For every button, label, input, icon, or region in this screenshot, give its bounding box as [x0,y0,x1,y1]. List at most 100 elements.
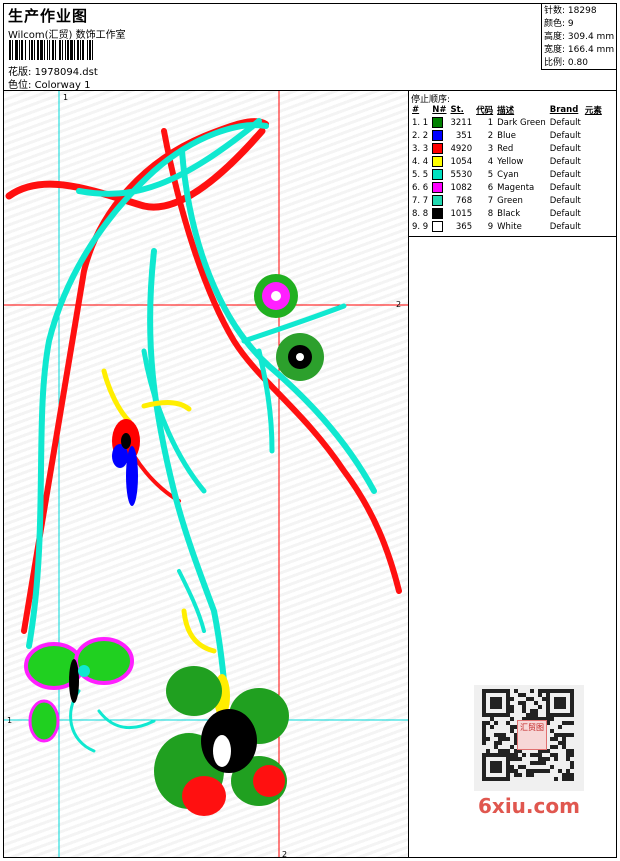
qr-module [490,717,494,721]
row-code: 9 [487,221,494,232]
qr-module [558,769,562,773]
row-description: Blue [497,130,516,141]
qr-module [486,749,490,753]
qr-module [554,753,558,757]
sequence-row: 3. 3 4920 3 Red Default [410,142,604,155]
qr-module [530,753,534,757]
qr-module [534,761,538,765]
qr-module [482,725,486,729]
col-brand: Brand [549,104,579,115]
sequence-row: 6. 6 1082 6 Magenta Default [410,181,604,194]
color-swatch [432,182,444,193]
row-element [583,181,604,194]
qr-module [562,745,566,749]
watermark-logo: 6xiu.com [478,794,580,818]
row-element [583,194,604,207]
qr-module [570,761,574,765]
qr-module [530,713,534,717]
row-code: 5 [487,169,494,180]
col-description: 描述 [497,105,515,116]
sequence-row: 7. 7 768 7 Green Default [410,194,604,207]
barcode [9,40,147,60]
row-index: 2. 2 [412,130,429,141]
qr-module [570,765,574,769]
color-swatch [432,156,444,167]
qr-module [542,689,546,693]
qr-module [550,745,554,749]
row-stitches: 351 [455,130,473,141]
qr-module [510,745,514,749]
qr-module [522,765,526,769]
row-element [583,220,604,233]
row-brand: Default [549,117,581,128]
sequence-table: # N# St. 代码 描述 Brand 元素 1. 1 3211 1 Dark Gr… [410,103,604,233]
row-brand: Default [549,182,581,193]
qr-module [510,717,514,721]
qr-module [510,697,514,701]
sheet-title: 生产作业图 [8,7,89,25]
qr-module [482,721,486,725]
qr-module [506,721,510,725]
qr-module [486,721,490,725]
row-color-swatch [430,207,448,220]
red-stems [5,118,402,634]
colorway-label: 色位: [8,80,32,91]
qr-module [502,737,506,741]
qr-module [538,769,542,773]
qr-module [570,721,574,725]
row-index: 8. 8 [412,208,429,219]
row-index: 5. 5 [412,169,429,180]
col-element: 元素 [584,105,602,116]
magenta-flower [254,274,298,318]
row-color-swatch [430,155,448,168]
qr-module [522,709,526,713]
qr-module [502,749,506,753]
qr-module [494,741,498,745]
color-swatch [432,117,444,128]
qr-module [530,761,534,765]
hanging-bud [112,419,140,506]
qr-module [510,729,514,733]
qr-module [518,701,522,705]
col-stitches: St. [450,104,464,115]
qr-module [562,737,566,741]
qr-module [566,777,570,781]
row-color-swatch [430,116,448,129]
qr-module [498,737,502,741]
row-code: 2 [487,130,494,141]
guide-label-h1: 1 [7,716,12,725]
qr-module [514,757,518,761]
row-index: 1. 1 [412,117,429,128]
qr-module [550,729,554,733]
qr-module [490,725,494,729]
stat-height: 高度: 309.4 mm [544,32,615,42]
embroidery-preview: 1 1 2 2 [4,91,409,857]
sequence-row: 8. 8 1015 8 Black Default [410,207,604,220]
qr-module [566,721,570,725]
row-element [583,168,604,181]
row-index: 6. 6 [412,182,429,193]
qr-module [498,749,502,753]
qr-module [566,749,570,753]
qr-module [550,717,554,721]
row-description: White [497,221,522,232]
qr-module [554,745,558,749]
seal-stamp: 汇贸图 [517,720,547,750]
row-brand: Default [549,208,581,219]
guide-label-v1: 1 [63,93,68,102]
qr-module [534,769,538,773]
qr-module [530,709,534,713]
qr-module [558,741,562,745]
qr-module [562,741,566,745]
sequence-header-row: # N# St. 代码 描述 Brand 元素 [410,103,604,116]
company-name: Wilcom(汇贸) 数饰工作室 [8,30,126,41]
qr-module [518,757,522,761]
qr-module [550,753,554,757]
qr-module [542,757,546,761]
qr-module [518,765,522,769]
sheet-header: 生产作业图 Wilcom(汇贸) 数饰工作室 花版: 1978094.dst 色… [4,4,616,91]
qr-module [514,753,518,757]
qr-module [494,721,498,725]
qr-module [554,737,558,741]
row-code: 1 [487,117,494,128]
